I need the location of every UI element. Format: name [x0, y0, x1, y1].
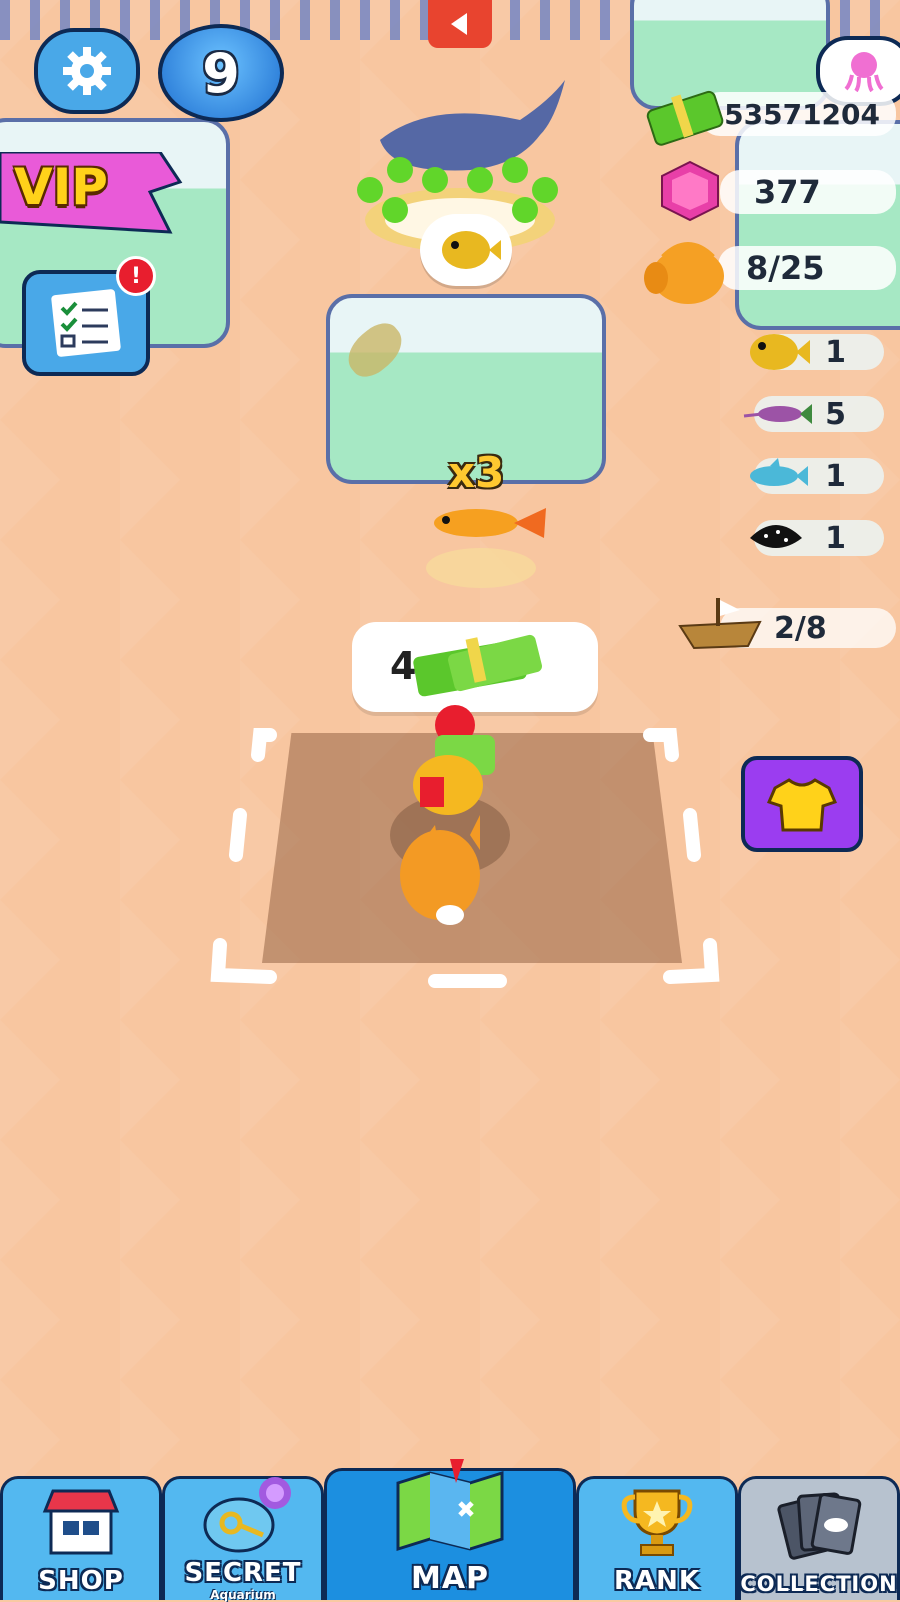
gear-icon — [63, 47, 111, 95]
tshirt-icon — [767, 778, 837, 832]
checklist-icon — [51, 289, 121, 357]
aquarium-tank-right[interactable] — [735, 120, 900, 330]
backpack-icon — [644, 242, 724, 304]
nav-collection-label: COLLECTION — [740, 1572, 898, 1596]
trophy-icon — [621, 1489, 693, 1556]
outfit-button[interactable] — [741, 756, 863, 852]
nav-secret-label: SECRET — [184, 1558, 302, 1588]
nav-secret-aquarium[interactable]: SECRET Aquarium — [162, 1476, 324, 1602]
gems-value: 377 — [754, 173, 821, 211]
pufferfish-request-bubble — [420, 214, 512, 286]
fish-count-2-value: 5 — [825, 396, 846, 432]
pufferfish-icon — [750, 334, 810, 370]
cards-icon — [777, 1492, 862, 1560]
swordfish-icon — [743, 404, 812, 424]
map-icon — [396, 1459, 504, 1552]
stingray-icon — [750, 525, 802, 548]
fish-count-3-value: 1 — [825, 458, 846, 494]
vip-button[interactable]: VIP — [0, 152, 190, 234]
bottom-nav: SHOP SECRET Aquarium MAP RANK COLLECTION — [0, 1459, 900, 1602]
fish-count-4-value: 1 — [825, 520, 846, 556]
settings-button[interactable] — [34, 28, 140, 114]
multiplier-label: x3 — [448, 448, 505, 497]
cash-stack-icon — [413, 634, 542, 697]
key-fishbowl-icon — [203, 1477, 291, 1553]
nav-rank-label: RANK — [613, 1566, 701, 1596]
cash-icon — [646, 90, 724, 146]
gem-icon — [661, 160, 719, 222]
ship-progress-value: 2/8 — [774, 610, 827, 646]
bag-value: 8/25 — [746, 249, 825, 287]
nav-map[interactable]: MAP — [324, 1459, 576, 1600]
back-arrow-icon[interactable] — [428, 0, 492, 48]
nav-collection[interactable]: COLLECTION — [738, 1476, 900, 1600]
fish-count-1-value: 1 — [825, 334, 846, 370]
nav-shop-label: SHOP — [38, 1566, 124, 1596]
vip-label: VIP — [14, 158, 108, 216]
store-icon — [42, 1489, 120, 1555]
upgrade-cost-bubble: 4 — [352, 622, 598, 712]
bag-capacity: 8/25 — [718, 246, 896, 290]
level-value: 9 — [202, 41, 240, 105]
ship-icon — [678, 598, 762, 650]
money-value: 53571204 — [724, 97, 880, 131]
gems-counter: 377 — [720, 170, 896, 214]
level-badge[interactable]: 9 — [158, 24, 284, 122]
nav-shop[interactable]: SHOP — [0, 1476, 162, 1600]
nav-rank[interactable]: RANK — [576, 1476, 738, 1600]
octopus-icon — [844, 52, 884, 93]
pufferfish-icon — [442, 231, 501, 269]
orange-fish-pickup[interactable] — [426, 498, 556, 588]
alert-badge: ! — [116, 256, 156, 296]
nav-map-label: MAP — [410, 1561, 490, 1596]
quests-button[interactable]: ! — [22, 256, 156, 376]
dolphin-icon — [750, 458, 808, 486]
player-character — [380, 705, 520, 945]
